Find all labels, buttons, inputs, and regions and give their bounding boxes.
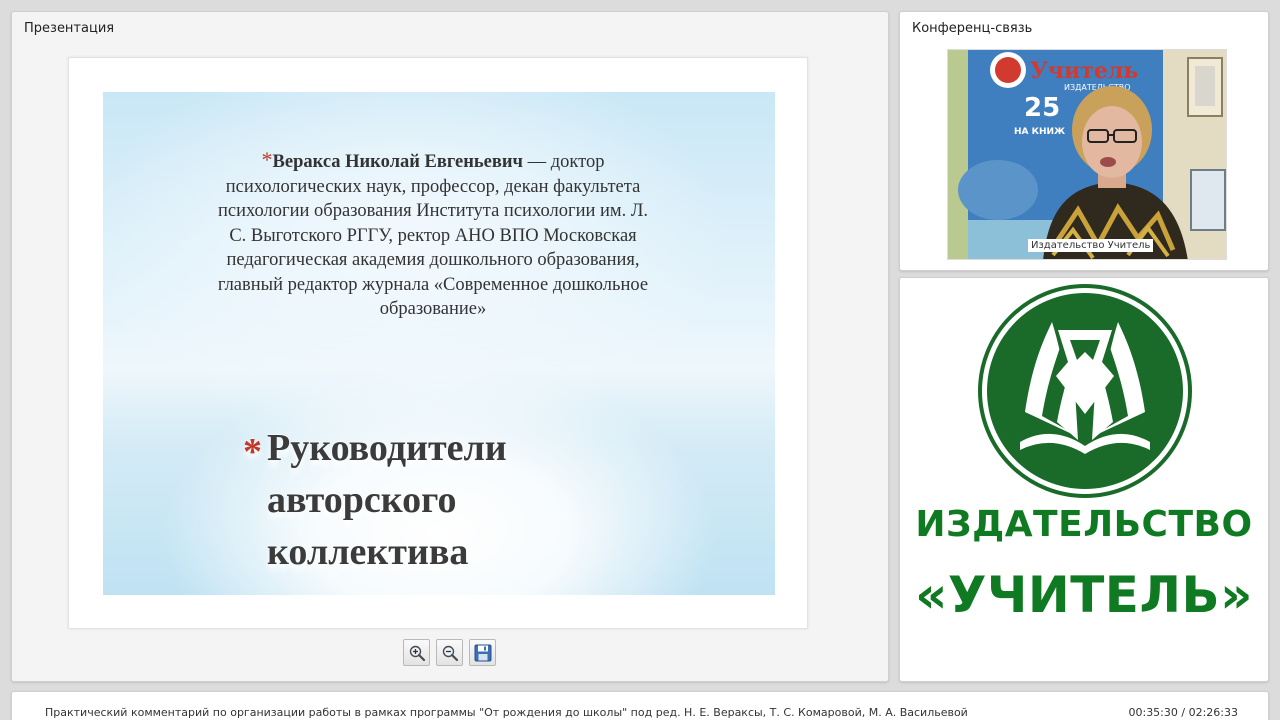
speaker-label: Издательство Учитель [1028,239,1154,252]
save-icon [474,644,491,661]
zoom-in-button[interactable] [403,639,430,666]
slide-toolbar [403,639,496,666]
heading-line: коллектива [267,531,469,573]
bullet-star: * [261,147,273,172]
poster-number: 25 [1024,93,1060,123]
playback-time: 00:35:30 / 02:26:33 [1128,706,1238,719]
bottom-bar: Практический комментарий по организации … [11,691,1269,720]
heading-line: авторского [267,479,457,521]
heading-bullet-star: * [243,431,262,473]
poster-tagline: НА КНИЖ [1014,127,1065,137]
presentation-title: Презентация [24,21,115,36]
publisher-logo-panel: ИЗДАТЕЛЬСТВО «УЧИТЕЛЬ» [899,277,1269,682]
slide-frame: *Веракса Николай Евгеньевич — доктор пси… [68,57,808,629]
slide-author-description: — доктор психологических наук, профессор… [217,152,649,319]
slide-author-name: Веракса Николай Евгеньевич [272,152,523,172]
zoom-in-icon [409,645,425,661]
publisher-name-line2: «УЧИТЕЛЬ» [915,566,1253,624]
course-title: Практический комментарий по организации … [45,706,968,719]
slide-body-text: *Веракса Николай Евгеньевич — доктор пси… [213,147,653,322]
zoom-out-button[interactable] [436,639,463,666]
slide: *Веракса Николай Евгеньевич — доктор пси… [103,92,775,595]
zoom-out-icon [442,645,458,661]
video-panel: Конференц-связь Учитель ИЗДАТЕЛЬСТВО 25 … [899,11,1269,271]
presentation-panel: Презентация *Веракса Николай Евгеньевич … [11,11,889,682]
heading-line: Руководители [267,427,507,469]
speaker-video-frame: Учитель ИЗДАТЕЛЬСТВО 25 НА КНИЖ [948,50,1226,259]
video-feed[interactable]: Учитель ИЗДАТЕЛЬСТВО 25 НА КНИЖ Издатель… [947,49,1227,260]
poster-title: Учитель [1030,58,1138,84]
save-button[interactable] [469,639,496,666]
video-panel-title: Конференц-связь [912,21,1033,36]
publisher-logo-icon [978,284,1192,498]
publisher-name-line1: ИЗДАТЕЛЬСТВО [915,504,1253,545]
slide-heading: * Руководители авторского коллектива [243,422,507,578]
